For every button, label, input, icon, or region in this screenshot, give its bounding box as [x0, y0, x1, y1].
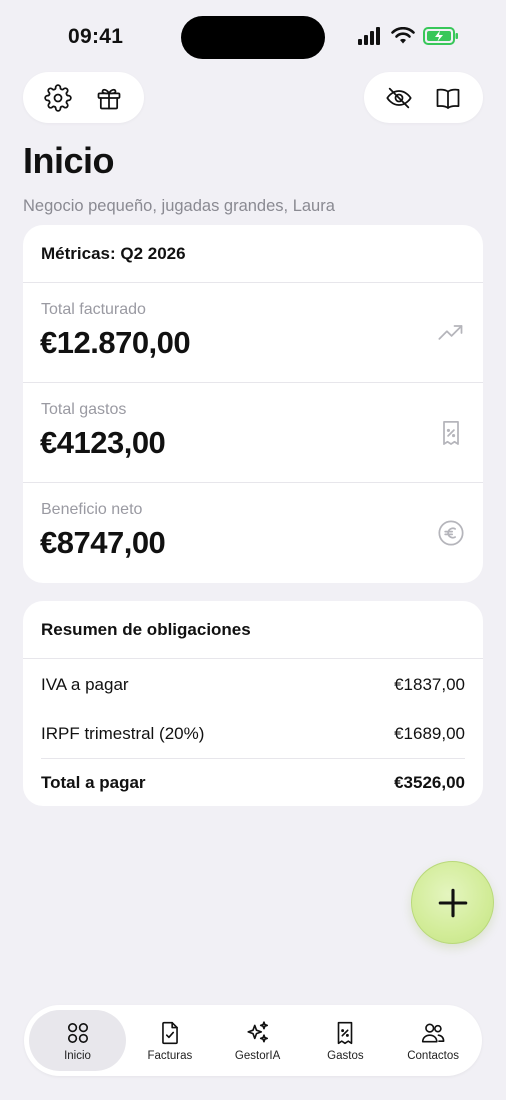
tab-bar: Inicio Facturas GestorIA Gastos Contacto…: [24, 1005, 482, 1076]
metric-total-invoiced[interactable]: Total facturado €12.870,00: [23, 283, 483, 383]
obligation-label: IVA a pagar: [41, 675, 129, 694]
hide-amounts-button[interactable]: [379, 78, 419, 118]
gift-button[interactable]: [89, 78, 129, 118]
receipt-percent-icon: [443, 421, 459, 445]
obligation-total-row: Total a pagar €3526,00: [41, 758, 465, 806]
metric-label: Total facturado: [41, 301, 146, 318]
book-icon: [436, 88, 460, 109]
wifi-icon: [391, 27, 415, 44]
users-icon: [422, 1023, 445, 1042]
euro-circle-icon: [438, 520, 464, 546]
metrics-card: Métricas: Q2 2026 Total facturado €12.87…: [23, 225, 483, 583]
grid-icon: [67, 1022, 88, 1043]
tab-label: Facturas: [147, 1049, 193, 1062]
sparkles-icon: [247, 1020, 268, 1042]
add-button[interactable]: [411, 861, 494, 944]
tab-label: Inicio: [64, 1049, 91, 1062]
obligation-label: IRPF trimestral (20%): [41, 724, 205, 743]
tab-facturas[interactable]: Facturas: [126, 1010, 214, 1071]
settings-button[interactable]: [38, 78, 78, 118]
header-right-actions: [364, 72, 483, 123]
status-bar: 09:41: [0, 0, 506, 76]
tab-contactos[interactable]: Contactos: [389, 1010, 477, 1071]
metrics-title: Métricas: Q2 2026: [23, 225, 483, 283]
status-icons: [357, 27, 459, 45]
signal-icon: [358, 27, 380, 45]
obligation-row-irpf: IRPF trimestral (20%) €1689,00: [23, 710, 483, 758]
plus-icon: [438, 888, 467, 917]
metric-label: Beneficio neto: [41, 501, 143, 518]
tab-inicio[interactable]: Inicio: [29, 1010, 126, 1071]
obligation-value: €1689,00: [394, 724, 465, 743]
tab-label: GestorIA: [234, 1049, 281, 1062]
dynamic-island: [181, 16, 325, 59]
page-subtitle: Negocio pequeño, jugadas grandes, Laura: [23, 197, 335, 215]
tab-gestoria[interactable]: GestorIA: [214, 1010, 302, 1071]
tab-label: Contactos: [407, 1049, 460, 1062]
page-title: Inicio: [23, 140, 115, 181]
battery-icon: [423, 27, 458, 45]
tab-label: Gastos: [327, 1049, 364, 1062]
obligation-total-label: Total a pagar: [41, 773, 146, 792]
metric-total-expenses[interactable]: Total gastos €4123,00: [23, 383, 483, 483]
header-left-actions: [23, 72, 144, 123]
guide-button[interactable]: [428, 78, 468, 118]
metric-value: €8747,00: [40, 525, 166, 560]
receipt-percent-icon: [338, 1021, 353, 1044]
obligations-card: Resumen de obligaciones IVA a pagar €183…: [23, 601, 483, 806]
obligation-row-iva: IVA a pagar €1837,00: [23, 660, 483, 710]
document-check-icon: [162, 1021, 178, 1044]
gear-icon: [44, 83, 72, 112]
metric-label: Total gastos: [41, 401, 127, 418]
obligations-title: Resumen de obligaciones: [23, 601, 483, 659]
obligation-value: €1837,00: [394, 675, 465, 694]
metric-net-profit[interactable]: Beneficio neto €8747,00: [23, 483, 483, 583]
obligation-total-value: €3526,00: [394, 773, 465, 792]
trending-up-icon: [438, 325, 463, 340]
tab-gastos[interactable]: Gastos: [302, 1010, 390, 1071]
metric-value: €4123,00: [40, 425, 166, 460]
status-time: 09:41: [68, 25, 124, 48]
gift-icon: [97, 88, 121, 109]
eye-off-icon: [386, 87, 412, 108]
metric-value: €12.870,00: [40, 325, 191, 360]
